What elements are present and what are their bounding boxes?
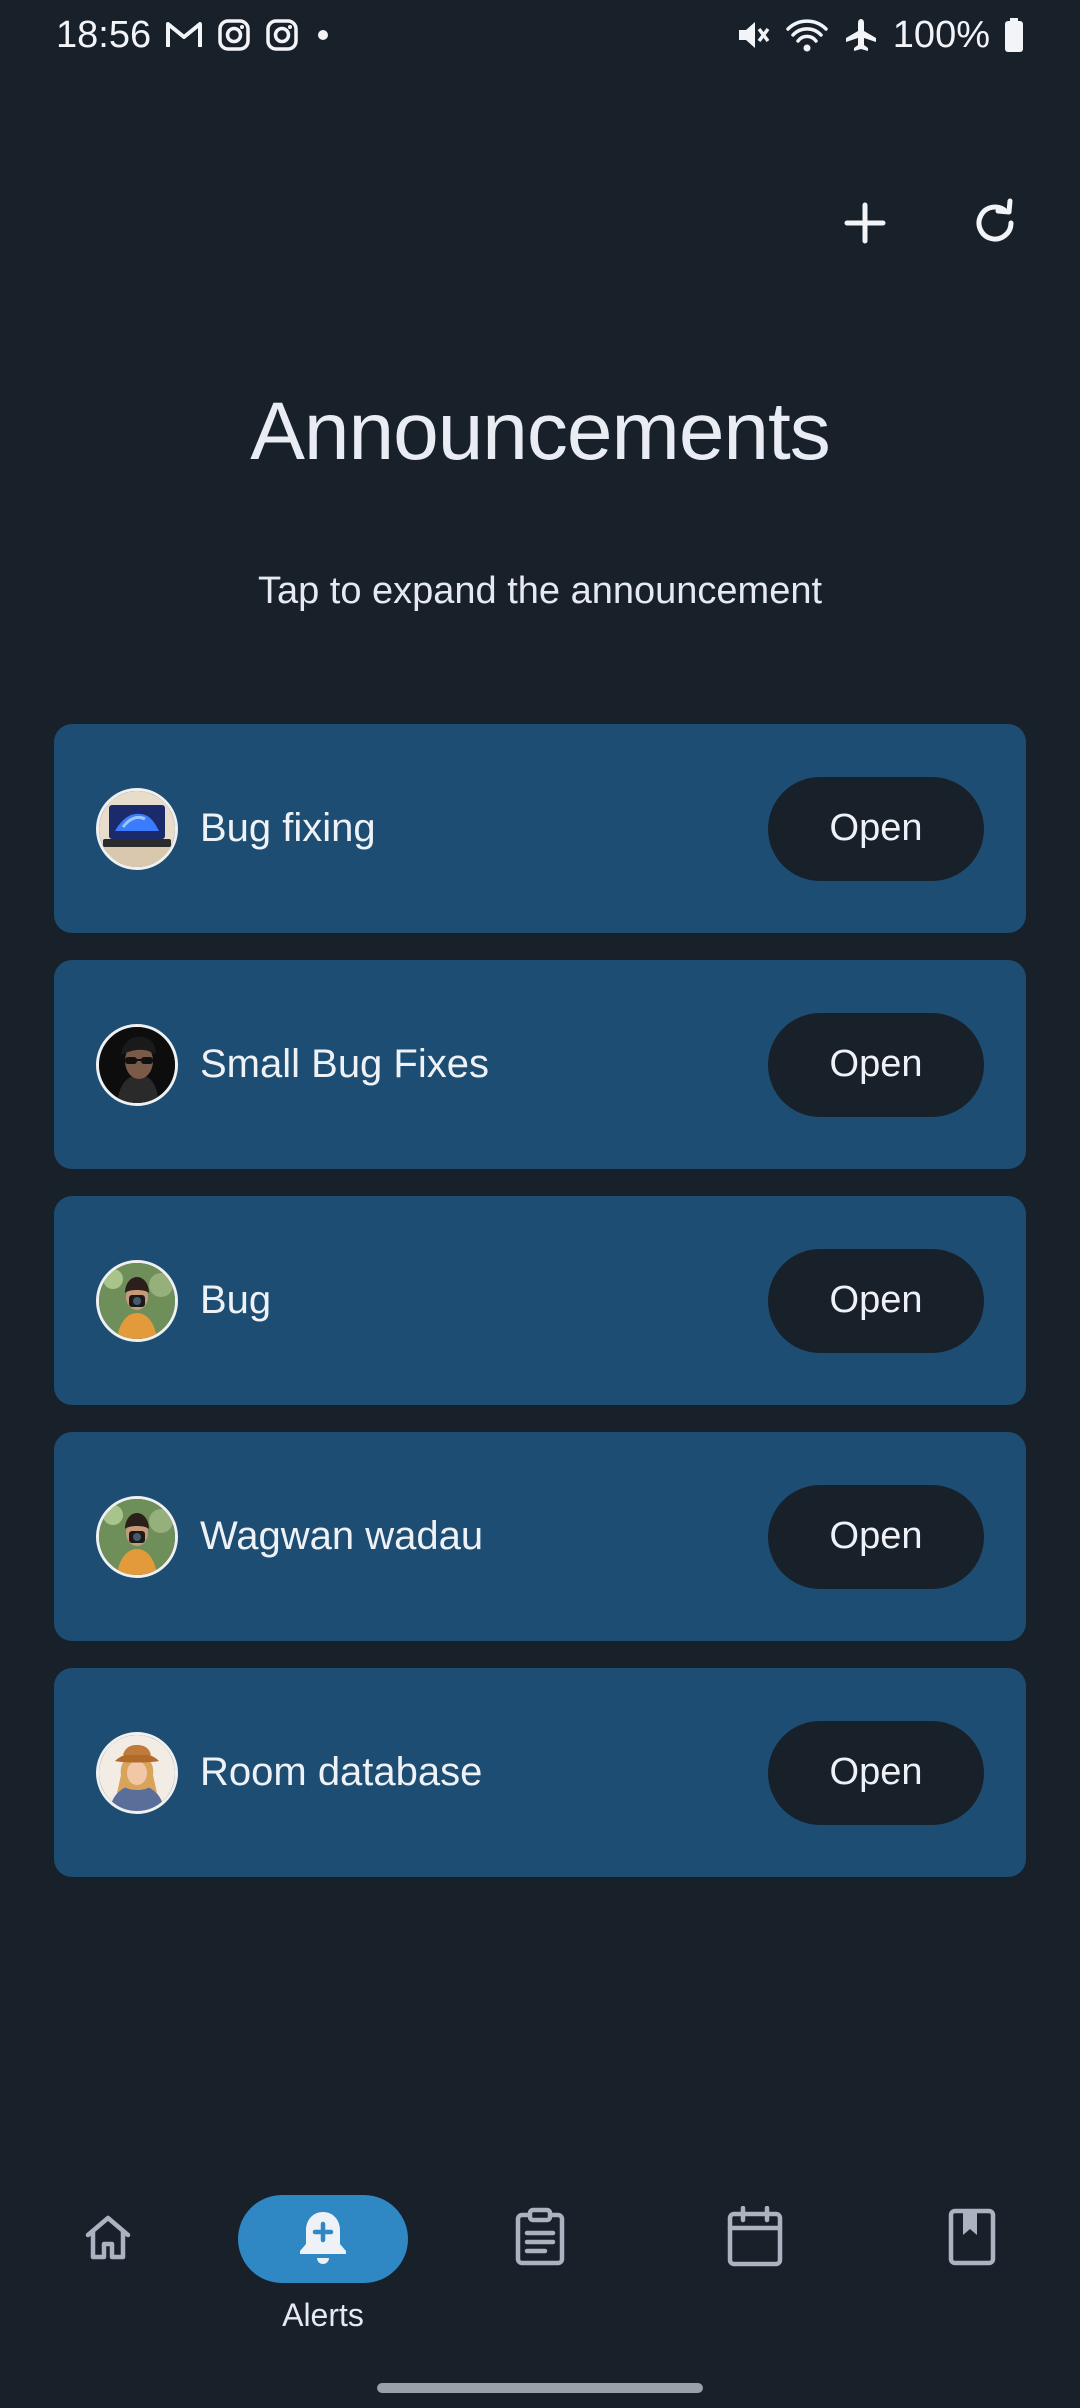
- nav-pill: [670, 2195, 840, 2283]
- gmail-icon: [165, 20, 203, 50]
- nav-pill: [455, 2195, 625, 2283]
- nav-library[interactable]: [887, 2195, 1057, 2345]
- nav-pill-active: [238, 2195, 408, 2283]
- status-right: 100%: [735, 14, 1024, 57]
- avatar: [96, 1259, 178, 1342]
- open-button[interactable]: Open: [768, 1484, 984, 1589]
- status-time: 18:56: [56, 13, 152, 56]
- nav-pill: [887, 2195, 1057, 2283]
- avatar: [96, 1023, 178, 1106]
- top-actions: [830, 190, 1030, 260]
- mute-icon: [735, 17, 771, 53]
- bell-plus-icon: [296, 2208, 350, 2271]
- status-left: 18:56: [56, 14, 333, 57]
- avatar: [96, 1731, 178, 1814]
- announcement-title: Wagwan wadau: [200, 1514, 484, 1558]
- announcement-title: Bug: [200, 1278, 272, 1322]
- wifi-icon: [785, 17, 829, 53]
- bookmark-book-icon: [947, 2207, 997, 2272]
- nav-alerts[interactable]: Alerts: [238, 2195, 408, 2345]
- announcement-card[interactable]: Bug fixing Open: [54, 724, 1026, 933]
- home-icon: [80, 2209, 136, 2270]
- open-button[interactable]: Open: [768, 1720, 984, 1825]
- nav-pill: [23, 2195, 193, 2283]
- refresh-icon: [970, 198, 1020, 253]
- announcement-title: Small Bug Fixes: [200, 1042, 489, 1086]
- announcement-card[interactable]: Small Bug Fixes Open: [54, 960, 1026, 1169]
- avatar: [96, 787, 178, 870]
- airplane-icon: [843, 17, 879, 53]
- nav-home[interactable]: [23, 2195, 193, 2345]
- clipboard-icon: [513, 2207, 567, 2272]
- open-button[interactable]: Open: [768, 1012, 984, 1117]
- plus-icon: [841, 199, 889, 252]
- announcement-card[interactable]: Bug Open: [54, 1196, 1026, 1405]
- announcement-title: Room database: [200, 1750, 483, 1794]
- announcement-card[interactable]: Room database Open: [54, 1668, 1026, 1877]
- open-button[interactable]: Open: [768, 1248, 984, 1353]
- refresh-button[interactable]: [960, 190, 1030, 260]
- calendar-icon: [726, 2205, 784, 2273]
- home-indicator[interactable]: [377, 2383, 703, 2393]
- battery-percent: 100%: [892, 13, 990, 56]
- open-button[interactable]: Open: [768, 776, 984, 881]
- announcement-title: Bug fixing: [200, 806, 376, 850]
- announcement-card[interactable]: Wagwan wadau Open: [54, 1432, 1026, 1641]
- avatar: [96, 1495, 178, 1578]
- instagram-icon: [217, 18, 251, 52]
- page-title: Announcements: [250, 386, 831, 477]
- instagram-icon: [265, 18, 299, 52]
- nav-tasks[interactable]: [455, 2195, 625, 2345]
- bottom-nav: Alerts: [0, 2195, 1080, 2365]
- battery-icon: [1004, 18, 1024, 52]
- dot-icon: [313, 25, 333, 45]
- nav-label: Alerts: [282, 2297, 364, 2333]
- page-subtitle: Tap to expand the announcement: [257, 570, 823, 612]
- add-button[interactable]: [830, 190, 900, 260]
- announcement-list: Bug fixing Open Small Bug Fixes Open Bug…: [54, 724, 1026, 1877]
- status-bar: 18:56 100%: [0, 0, 1080, 70]
- nav-calendar[interactable]: [670, 2195, 840, 2345]
